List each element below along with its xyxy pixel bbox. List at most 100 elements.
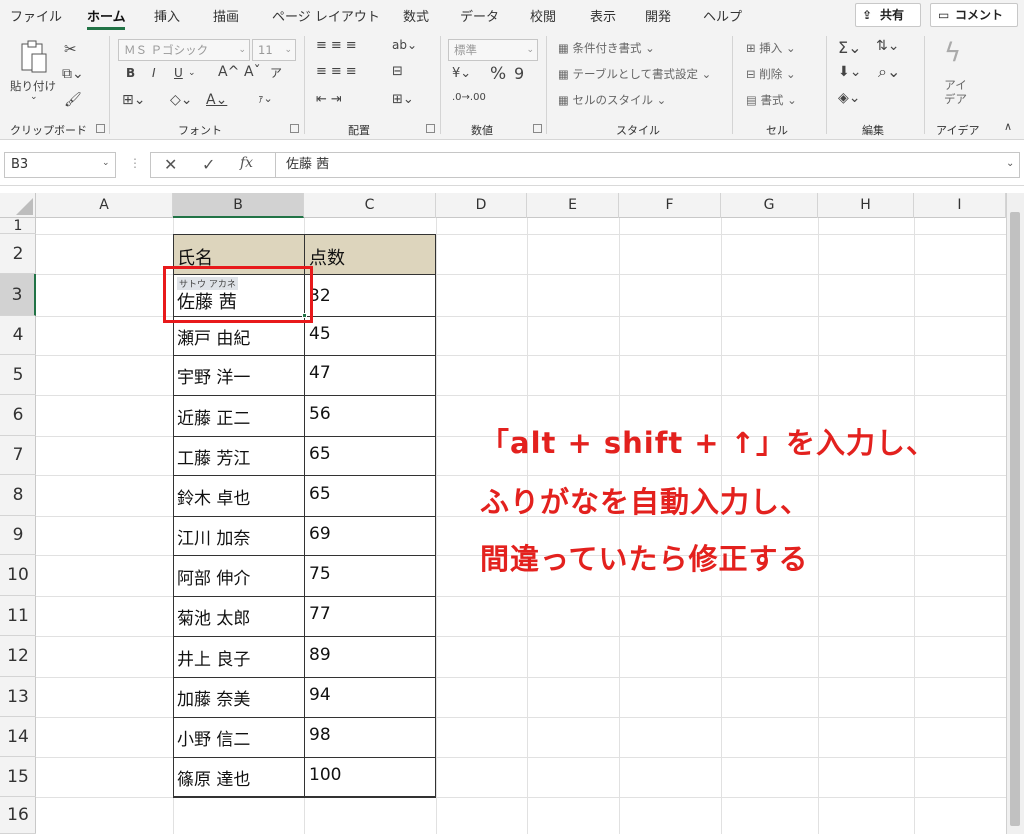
row-header-15[interactable]: 15 [0, 757, 36, 797]
score-cell[interactable]: 65 [304, 444, 331, 464]
row-header-9[interactable]: 9 [0, 516, 36, 555]
horizontal-align-icons[interactable]: ≡≡≡ [316, 64, 361, 79]
name-cell[interactable]: 瀬戸 由紀 [172, 324, 250, 349]
increase-decimal-icon[interactable]: .0→.00 [452, 92, 486, 103]
name-cell[interactable]: 菊池 太郎 [172, 604, 250, 629]
name-cell[interactable]: 井上 良子 [172, 645, 250, 670]
row-header-10[interactable]: 10 [0, 555, 36, 596]
tab-4[interactable]: ページ レイアウト [272, 6, 380, 25]
alignment-launcher-icon[interactable] [426, 124, 435, 133]
enter-icon[interactable]: ✓ [202, 155, 215, 174]
tab-8[interactable]: 表示 [590, 6, 616, 25]
italic-button[interactable]: I [152, 66, 156, 80]
number-launcher-icon[interactable] [533, 124, 542, 133]
column-header-H[interactable]: H [818, 193, 914, 218]
row-header-3[interactable]: 3 [0, 274, 36, 316]
chevron-down-icon[interactable]: ⌄ [102, 158, 110, 168]
score-cell[interactable]: 47 [304, 363, 331, 383]
vertical-align-icons[interactable]: ≡≡≡ [316, 38, 361, 53]
column-header-D[interactable]: D [436, 193, 527, 218]
tab-7[interactable]: 校閲 [530, 6, 556, 25]
name-cell[interactable]: 小野 信二 [172, 725, 250, 750]
row-header-13[interactable]: 13 [0, 677, 36, 717]
font-name-select[interactable]: ＭＳ Ｐゴシック ⌄ [118, 39, 250, 61]
sort-filter-icon[interactable]: ⇅⌄ [876, 38, 899, 54]
delete-cells-button[interactable]: ⊟ 削除 ⌄ [746, 66, 796, 82]
scrollbar-thumb[interactable] [1010, 212, 1020, 826]
row-header-6[interactable]: 6 [0, 395, 36, 436]
find-icon[interactable]: ⌕⌄ [878, 62, 900, 82]
paste-icon[interactable] [18, 40, 50, 76]
number-format-select[interactable]: 標準 ⌄ [448, 39, 538, 61]
column-header-F[interactable]: F [619, 193, 721, 218]
wrap-text-icon[interactable]: ⊟ [392, 64, 403, 79]
name-cell[interactable]: 工藤 芳江 [172, 444, 250, 469]
bold-button[interactable]: B [126, 66, 135, 80]
copy-icon[interactable]: ⧉⌄ [62, 66, 84, 82]
ideas-icon[interactable]: ϟ [944, 38, 961, 68]
cut-icon[interactable]: ✂ [64, 40, 77, 58]
select-all-button[interactable] [0, 193, 36, 218]
score-cell[interactable]: 65 [304, 484, 331, 504]
column-header-B[interactable]: B [173, 193, 304, 218]
row-header-16[interactable]: 16 [0, 797, 36, 834]
score-cell[interactable]: 89 [304, 645, 331, 665]
column-header-I[interactable]: I [914, 193, 1006, 218]
chevron-down-icon[interactable]: ⌄ [188, 68, 196, 78]
format-painter-icon[interactable]: 🖌 [64, 92, 82, 108]
font-launcher-icon[interactable] [290, 124, 299, 133]
autosum-icon[interactable]: Σ⌄ [838, 38, 862, 57]
score-cell[interactable]: 94 [304, 685, 331, 705]
phonetic-guide-icon[interactable]: ア [270, 64, 282, 81]
fill-handle[interactable] [302, 313, 307, 318]
score-cell[interactable]: 69 [304, 524, 331, 544]
format-as-table-button[interactable]: ▦ テーブルとして書式設定 ⌄ [558, 66, 711, 82]
share-button[interactable]: ⇪ 共有 [855, 3, 921, 27]
phonetic-settings-icon[interactable]: ｧ⌄ [258, 90, 273, 106]
orientation-icon[interactable]: ab⌄ [392, 38, 417, 52]
formula-input[interactable]: 佐藤 茜 [276, 152, 1020, 178]
tab-6[interactable]: データ [460, 6, 499, 25]
font-size-select[interactable]: 11 ⌄ [252, 39, 296, 61]
percent-button[interactable]: % [490, 64, 506, 84]
column-header-A[interactable]: A [36, 193, 173, 218]
indent-icons[interactable]: ⇤⇥ [316, 92, 346, 107]
score-cell[interactable]: 75 [304, 564, 331, 584]
name-cell[interactable]: 近藤 正二 [172, 404, 250, 429]
name-cell[interactable]: 阿部 伸介 [172, 564, 250, 589]
shrink-font-button[interactable]: Aˇ [244, 64, 261, 80]
borders-icon[interactable]: ⊞⌄ [122, 92, 145, 108]
font-color-icon[interactable]: A⌄ [206, 92, 227, 108]
comment-button[interactable]: ▭ コメント [930, 3, 1018, 27]
row-header-14[interactable]: 14 [0, 717, 36, 757]
format-cells-button[interactable]: ▤ 書式 ⌄ [746, 92, 797, 108]
name-cell[interactable]: 加藤 奈美 [172, 685, 250, 710]
underline-button[interactable]: U [174, 66, 183, 80]
insert-function-button[interactable]: fx [240, 155, 253, 171]
column-header-C[interactable]: C [304, 193, 436, 218]
name-cell[interactable]: 鈴木 卓也 [172, 484, 250, 509]
paste-dropdown-icon[interactable]: ⌄ [30, 92, 38, 102]
clipboard-launcher-icon[interactable] [96, 124, 105, 133]
score-cell[interactable]: 98 [304, 725, 331, 745]
grow-font-button[interactable]: A^ [218, 64, 239, 80]
expand-formula-icon[interactable]: ⌄ [1006, 158, 1014, 169]
row-header-2[interactable]: 2 [0, 234, 36, 274]
column-header-E[interactable]: E [527, 193, 619, 218]
row-header-4[interactable]: 4 [0, 316, 36, 355]
row-header-7[interactable]: 7 [0, 436, 36, 475]
tab-10[interactable]: ヘルプ [703, 6, 742, 25]
collapse-ribbon-icon[interactable]: ∧ [1004, 120, 1012, 133]
cell-styles-button[interactable]: ▦ セルのスタイル ⌄ [558, 92, 666, 108]
merge-center-icon[interactable]: ⊞⌄ [392, 92, 414, 107]
score-cell[interactable]: 56 [304, 404, 331, 424]
tab-9[interactable]: 開発 [645, 6, 671, 25]
score-cell[interactable]: 100 [304, 765, 341, 785]
fill-icon[interactable]: ⬇⌄ [838, 64, 861, 80]
ideas-button[interactable]: アイ デア [944, 78, 967, 106]
name-cell[interactable]: 篠原 達也 [172, 765, 250, 790]
score-cell[interactable]: 45 [304, 324, 331, 344]
comma-button[interactable]: 9 [514, 64, 524, 83]
conditional-format-button[interactable]: ▦ 条件付き書式 ⌄ [558, 40, 655, 56]
tab-2[interactable]: 挿入 [154, 6, 180, 25]
